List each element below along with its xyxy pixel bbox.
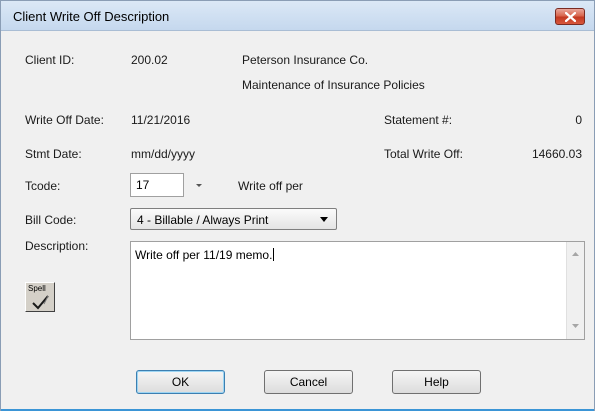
text-caret: [273, 248, 275, 261]
client-write-off-dialog: Client Write Off Description Client ID: …: [0, 0, 595, 411]
title-bar[interactable]: Client Write Off Description: [1, 1, 594, 31]
scroll-down-icon[interactable]: [572, 324, 579, 328]
tcode-description: Write off per: [238, 179, 303, 193]
cancel-button[interactable]: Cancel: [264, 370, 353, 394]
bill-code-label: Bill Code:: [25, 213, 77, 227]
write-off-date-value: 11/21/2016: [131, 113, 191, 127]
client-matter: Maintenance of Insurance Policies: [242, 78, 425, 92]
client-name: Peterson Insurance Co.: [242, 53, 369, 67]
tcode-label: Tcode:: [25, 179, 61, 193]
total-write-off-value: 14660.03: [531, 147, 582, 161]
total-write-off-label: Total Write Off:: [384, 147, 463, 161]
write-off-date-label: Write Off Date:: [25, 113, 104, 127]
close-button[interactable]: [555, 8, 585, 25]
tcode-input[interactable]: 17: [130, 173, 184, 197]
stmt-date-label: Stmt Date:: [25, 147, 82, 161]
bill-code-select[interactable]: 4 - Billable / Always Print: [130, 208, 337, 230]
bill-code-value: 4 - Billable / Always Print: [137, 213, 269, 227]
close-icon: [565, 12, 576, 22]
window-title: Client Write Off Description: [13, 9, 170, 24]
help-button[interactable]: Help: [392, 370, 481, 394]
stmt-date-value: mm/dd/yyyy: [131, 147, 196, 161]
client-id-value: 200.02: [131, 53, 168, 67]
statement-value: 0: [575, 113, 582, 127]
spell-check-button[interactable]: Spell: [25, 282, 55, 312]
chevron-down-icon: [320, 217, 328, 222]
description-scrollbar[interactable]: [566, 242, 584, 339]
scroll-up-icon[interactable]: [572, 252, 579, 256]
description-value: Write off per 11/19 memo.: [135, 248, 273, 262]
spell-label: Spell: [28, 284, 46, 293]
description-label: Description:: [25, 239, 89, 253]
client-id-label: Client ID:: [25, 53, 75, 67]
description-textarea[interactable]: Write off per 11/19 memo.: [130, 241, 585, 340]
statement-label: Statement #:: [384, 113, 453, 127]
spellcheck-icon: [32, 295, 49, 310]
description-text: Write off per 11/19 memo.: [135, 248, 275, 262]
tcode-dropdown-icon[interactable]: [192, 177, 206, 193]
ok-button[interactable]: OK: [136, 370, 225, 394]
